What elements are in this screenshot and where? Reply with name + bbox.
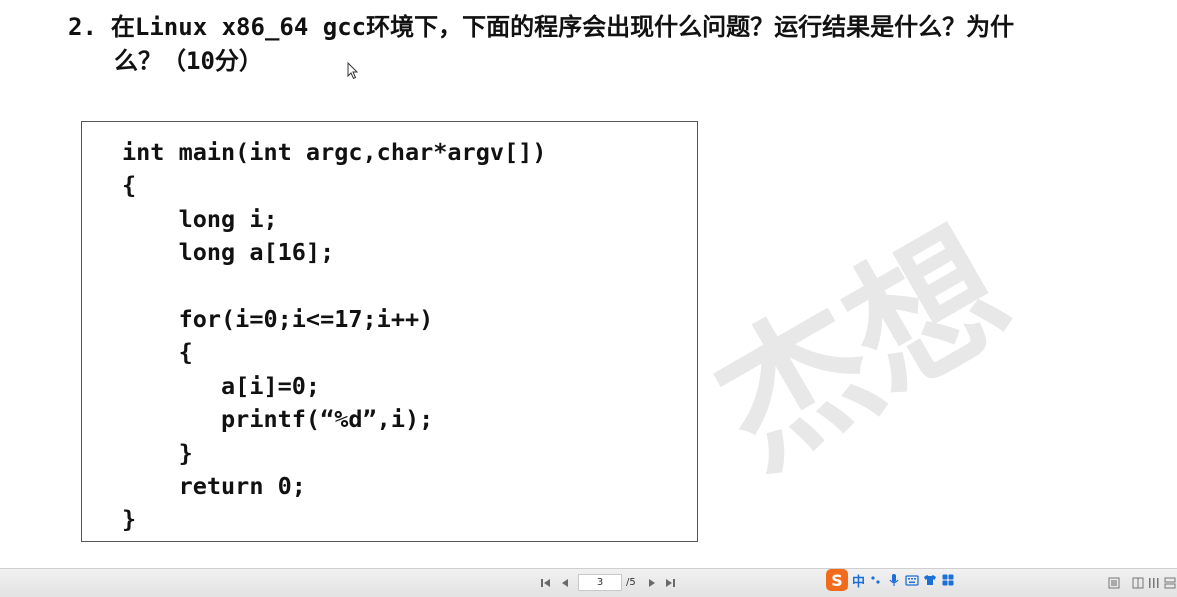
code-line: return 0; xyxy=(122,471,306,500)
question-text: 2. 在Linux x86_64 gcc环境下，下面的程序会出现什么问题？运行结果… xyxy=(68,10,1148,78)
two-page-view-icon[interactable] xyxy=(1132,577,1144,589)
code-line: a[i]=0; xyxy=(122,371,321,400)
prev-page-icon[interactable] xyxy=(558,576,572,590)
code-line: } xyxy=(122,505,137,534)
page-number-input[interactable] xyxy=(578,574,622,591)
toolbox-icon[interactable] xyxy=(941,573,955,587)
question-line-2: 么？（10分） xyxy=(114,47,263,75)
code-line: int main(int argc,char*argv[]) xyxy=(122,138,547,166)
first-page-icon[interactable] xyxy=(539,576,553,590)
document-page: 2. 在Linux x86_64 gcc环境下，下面的程序会出现什么问题？运行结果… xyxy=(0,0,1177,568)
page-total: /5 xyxy=(626,577,636,588)
last-page-icon[interactable] xyxy=(663,576,677,590)
continuous-view-icon[interactable] xyxy=(1164,577,1176,589)
mouse-cursor-icon xyxy=(347,62,359,80)
sogou-logo-icon[interactable]: S xyxy=(826,569,848,591)
keyboard-icon[interactable] xyxy=(905,573,919,587)
question-number: 2. xyxy=(68,13,97,41)
skin-icon[interactable] xyxy=(923,573,937,587)
code-box: int main(int argc,char*argv[]){ long i; … xyxy=(81,121,698,542)
code-line: { xyxy=(122,338,193,367)
ime-mode-toggle[interactable]: 中 xyxy=(852,571,865,590)
single-page-view-icon[interactable] xyxy=(1108,577,1120,589)
code-line: printf(“%d”,i); xyxy=(122,405,434,434)
question-line-1: 在Linux x86_64 gcc环境下，下面的程序会出现什么问题？运行结果是什… xyxy=(110,13,1015,41)
microphone-icon[interactable] xyxy=(887,573,901,587)
ime-toolbar: S 中 xyxy=(826,569,955,591)
code-block: int main(int argc,char*argv[]){ long i; … xyxy=(122,136,546,537)
code-line: } xyxy=(122,438,193,467)
viewer-toolbar: /5 S 中 xyxy=(0,568,1177,597)
code-line: for(i=0;i<=17;i++) xyxy=(122,304,434,333)
code-line: long i; xyxy=(122,204,278,233)
watermark: 杰想 xyxy=(689,199,1036,501)
code-line: long a[16]; xyxy=(122,238,335,267)
code-line: { xyxy=(122,171,137,200)
next-page-icon[interactable] xyxy=(645,576,659,590)
punctuation-icon[interactable] xyxy=(869,573,883,587)
columns-view-icon[interactable] xyxy=(1148,577,1160,589)
